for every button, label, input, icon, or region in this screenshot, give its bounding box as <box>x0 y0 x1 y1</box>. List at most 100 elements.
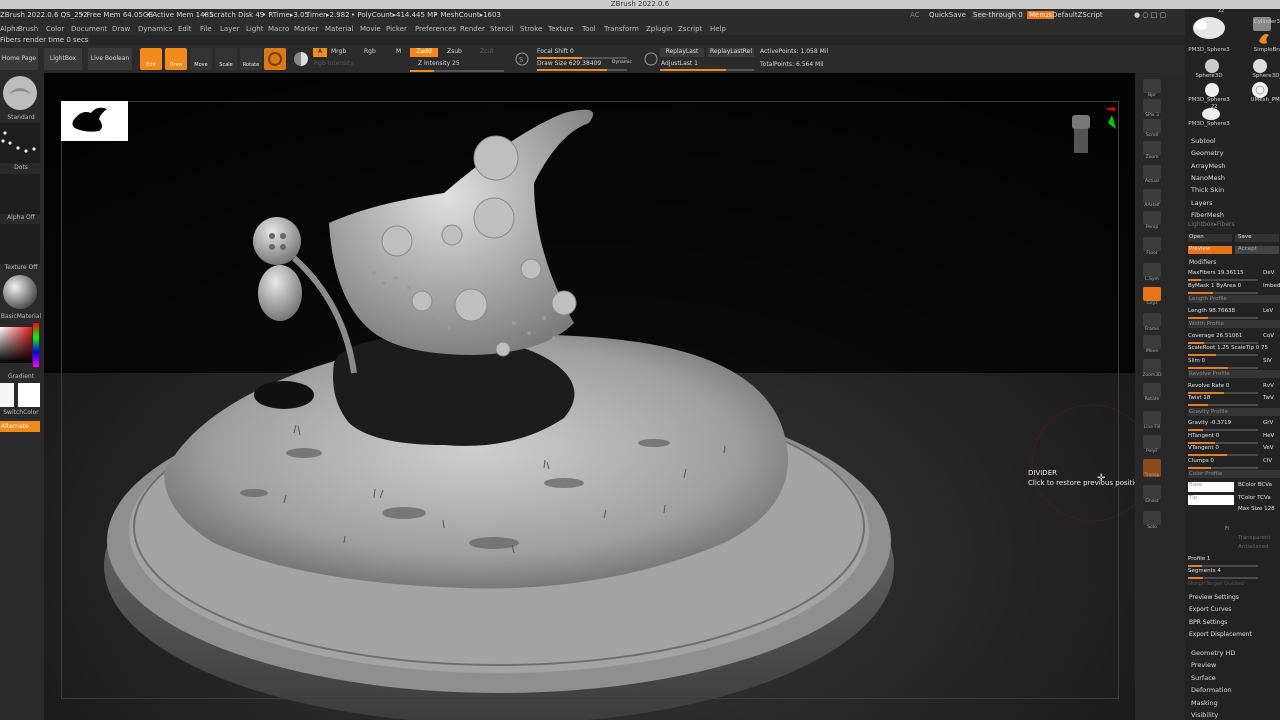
edit-button[interactable]: Edit <box>140 48 162 70</box>
thumb-caption-4[interactable]: Sphere3D <box>1187 73 1231 81</box>
menu-movie[interactable]: Movie <box>360 25 381 33</box>
modifier-slider-0[interactable]: MaxFibers 19.36115 <box>1188 270 1244 276</box>
scroll-button[interactable] <box>1143 119 1161 133</box>
modifier-track-10[interactable] <box>1188 404 1258 406</box>
gizmo-button[interactable] <box>264 48 286 70</box>
menu-help[interactable]: Help <box>710 25 726 33</box>
zadd-button[interactable]: Zadd <box>410 48 438 57</box>
thumb-caption-6[interactable]: PM3D_Sphere3 <box>1187 97 1231 105</box>
save-button[interactable]: Save <box>1235 234 1279 242</box>
palette-section-geometry[interactable]: Geometry <box>1191 149 1223 157</box>
modifier-variance-14[interactable]: VeV <box>1263 445 1273 451</box>
adjust-last-track[interactable] <box>660 69 754 71</box>
modifier-slider-5[interactable]: Coverage 26.51061 <box>1188 333 1242 339</box>
palette-section-thick-skin[interactable]: Thick Skin <box>1191 186 1224 194</box>
simplebrush-thumb[interactable] <box>1255 29 1273 47</box>
rgb-intensity-slider[interactable]: Rgb Intensity <box>314 60 354 67</box>
modifier-variance-0[interactable]: DeV <box>1263 270 1274 276</box>
zsub-button[interactable]: Zsub <box>447 48 462 55</box>
material-icon[interactable] <box>1 273 39 311</box>
actual-button[interactable] <box>1143 165 1161 179</box>
menu-alpha[interactable]: Alpha <box>0 25 20 33</box>
tip-color-swatch[interactable]: Tip <box>1188 495 1234 505</box>
menu-dynamics[interactable]: Dynamics <box>138 25 173 33</box>
fiber-preview-settings-button[interactable]: Preview Settings <box>1189 594 1239 601</box>
palette-section-preview[interactable]: Preview <box>1191 661 1216 669</box>
home-page-button[interactable]: Home Page <box>0 48 38 70</box>
l-sym-button[interactable] <box>1143 263 1161 277</box>
draw-size-track[interactable] <box>537 69 627 71</box>
menu-stroke[interactable]: Stroke <box>520 25 542 33</box>
profile-slider[interactable]: Profile 1 <box>1188 556 1210 562</box>
rgb-button[interactable]: Rgb <box>364 48 376 55</box>
palette-section-surface[interactable]: Surface <box>1191 674 1216 682</box>
lightbox-fibers-button[interactable]: Lightbox▸Fibers <box>1188 221 1235 228</box>
menu-file[interactable]: File <box>200 25 212 33</box>
color-picker-icon[interactable] <box>0 323 40 369</box>
m-button[interactable]: M <box>396 48 401 55</box>
thumb-caption-3[interactable]: SimpleBrush <box>1249 47 1280 55</box>
menu-document[interactable]: Document <box>71 25 107 33</box>
modifier-track-12[interactable] <box>1188 429 1258 431</box>
menu-stencil[interactable]: Stencil <box>490 25 514 33</box>
menu-zscript[interactable]: Zscript <box>678 25 702 33</box>
floor-button[interactable] <box>1143 237 1161 251</box>
material-sphere-button[interactable] <box>290 48 312 70</box>
modifier-track-15[interactable] <box>1188 466 1258 469</box>
modifier-track-9[interactable] <box>1188 391 1258 394</box>
replay-last-rel-button[interactable]: ReplayLastRel <box>708 48 754 57</box>
move-button[interactable]: Move <box>190 48 212 70</box>
bpr-button[interactable] <box>1143 79 1161 93</box>
z-intensity-slider[interactable] <box>410 70 504 72</box>
alpha-slot[interactable] <box>0 174 40 214</box>
menu-macro[interactable]: Macro <box>268 25 289 33</box>
texture-slot[interactable] <box>0 224 40 264</box>
preview-button[interactable]: Preview <box>1188 246 1232 254</box>
dots-stroke-icon[interactable] <box>0 123 40 163</box>
a-button[interactable]: A <box>313 48 327 57</box>
viewport-canvas[interactable]: ✛ <box>44 73 1135 720</box>
menu-draw[interactable]: Draw <box>112 25 130 33</box>
live-boolean-button[interactable]: Live Boolean <box>88 48 132 70</box>
palette-section-deformation[interactable]: Deformation <box>1191 686 1232 694</box>
modifier-variance-3[interactable]: LeV <box>1263 308 1273 314</box>
modifier-slider-14[interactable]: VTangent 0 <box>1188 445 1219 451</box>
quicksave-button[interactable]: QuickSave <box>929 11 966 19</box>
modifier-slider-1[interactable]: ByMask 1 ByArea 0 <box>1188 283 1241 289</box>
primary-color-swatch[interactable] <box>0 383 14 407</box>
zcut-button[interactable]: Zcut <box>480 48 494 55</box>
modifier-variance-5[interactable]: CoV <box>1263 333 1274 339</box>
replay-last-button[interactable]: ReplayLast <box>660 48 704 57</box>
modifier-variance-9[interactable]: RvV <box>1263 383 1274 389</box>
focal-shift-track[interactable] <box>537 57 627 59</box>
menu-layer[interactable]: Layer <box>220 25 240 33</box>
menu-light[interactable]: Light <box>246 25 263 33</box>
frame-button[interactable] <box>1143 313 1161 327</box>
modifier-variance-7[interactable]: SlV <box>1263 358 1272 364</box>
antialiased-toggle[interactable]: Antialiased <box>1238 544 1268 550</box>
dynamic-button[interactable]: Dynamic <box>612 60 632 65</box>
palette-section-fibermesh[interactable]: FiberMesh <box>1191 211 1224 219</box>
bcolor-button[interactable]: BColor BCVa <box>1238 482 1272 488</box>
menus-button[interactable]: Menus <box>1027 11 1054 19</box>
modifier-variance-10[interactable]: TwV <box>1263 395 1274 401</box>
tool-thumb-1[interactable] <box>1187 13 1227 41</box>
standard-brush-icon[interactable] <box>2 75 38 111</box>
draw-button[interactable]: Draw <box>165 48 187 70</box>
orientation-gizmo[interactable] <box>1064 101 1124 161</box>
modifiers-header[interactable]: Modifiers <box>1189 259 1216 266</box>
menu-texture[interactable]: Texture <box>548 25 574 33</box>
modifier-slider-13[interactable]: HTangent 0 <box>1188 433 1219 439</box>
menu-transform[interactable]: Transform <box>604 25 639 33</box>
tcolor-button[interactable]: TColor TCVa <box>1238 495 1271 501</box>
morph-target-button[interactable]: MorphTarget Guided <box>1188 581 1244 587</box>
menu-picker[interactable]: Picker <box>386 25 407 33</box>
modifier-track-6[interactable] <box>1188 354 1258 356</box>
open-button[interactable]: Open <box>1188 234 1232 242</box>
modifier-variance-13[interactable]: HeV <box>1263 433 1274 439</box>
menu-render[interactable]: Render <box>460 25 485 33</box>
palette-section-visibility[interactable]: Visibility <box>1191 711 1218 719</box>
palette-section-layers[interactable]: Layers <box>1191 199 1213 207</box>
move-button[interactable] <box>1143 335 1161 349</box>
modifier-variance-12[interactable]: GrV <box>1263 420 1273 426</box>
